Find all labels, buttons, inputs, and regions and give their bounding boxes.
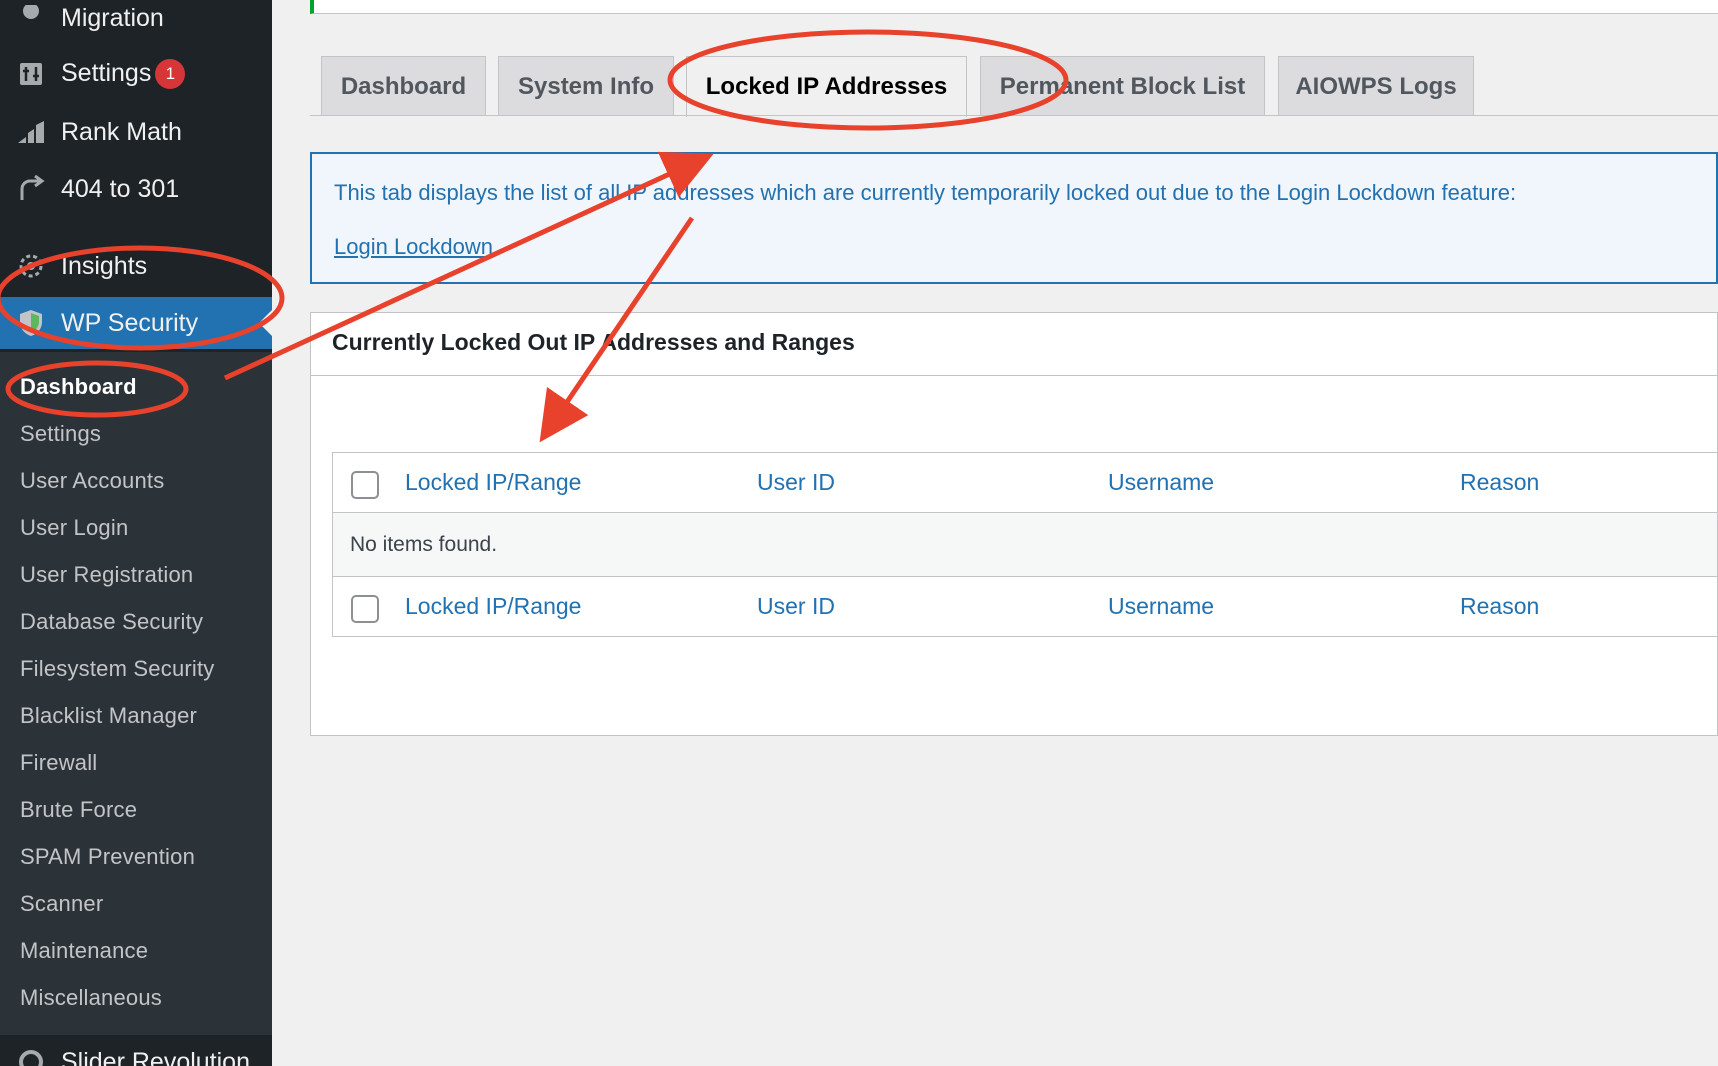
submenu-item-brute-force[interactable]: Brute Force	[20, 797, 137, 823]
column-reason[interactable]: Reason	[1460, 469, 1539, 496]
menu-item-slider-revolution[interactable]: Slider Revolution	[0, 1036, 272, 1066]
table-header-row: Locked IP/Range User ID Username Reason	[333, 453, 1717, 513]
submenu-item-scanner[interactable]: Scanner	[20, 891, 103, 917]
select-all-checkbox-footer[interactable]	[351, 595, 379, 623]
menu-item-settings[interactable]: Settings 1	[0, 48, 272, 100]
empty-message: No items found.	[350, 533, 498, 556]
column-locked-ip-range-footer[interactable]: Locked IP/Range	[405, 593, 581, 620]
column-username[interactable]: Username	[1108, 469, 1214, 496]
submenu-item-user-login[interactable]: User Login	[20, 515, 128, 541]
table-row: No items found.	[333, 513, 1717, 576]
submenu-item-firewall[interactable]: Firewall	[20, 750, 97, 776]
submenu-item-dashboard[interactable]: Dashboard	[20, 374, 137, 400]
postbox-divider	[311, 375, 1717, 376]
submenu-item-blacklist-manager[interactable]: Blacklist Manager	[20, 703, 197, 729]
menu-label: Rank Math	[61, 117, 182, 146]
submenu-item-settings[interactable]: Settings	[20, 421, 101, 447]
locked-ips-table: Locked IP/Range User ID Username Reason …	[332, 452, 1718, 637]
menu-item-insights[interactable]: Insights	[0, 240, 272, 292]
notice-text: This tab displays the list of all IP add…	[334, 180, 1517, 205]
insights-icon	[16, 251, 46, 281]
tab-aiowps-logs[interactable]: AIOWPS Logs	[1278, 56, 1474, 116]
menu-label: 404 to 301	[61, 174, 180, 203]
select-all-checkbox[interactable]	[351, 471, 379, 499]
column-user-id-footer[interactable]: User ID	[757, 593, 835, 620]
menu-label: Insights	[61, 251, 148, 280]
tab-divider	[310, 115, 1718, 116]
migration-icon	[16, 3, 46, 33]
menu-label: Settings 1	[61, 59, 186, 89]
tab-permanent-block-list[interactable]: Permanent Block List	[980, 56, 1265, 116]
menu-item-migration[interactable]: Migration	[0, 0, 272, 44]
table-footer-row: Locked IP/Range User ID Username Reason	[333, 576, 1717, 636]
admin-notice-strip	[310, 0, 1718, 14]
column-locked-ip-range[interactable]: Locked IP/Range	[405, 469, 581, 496]
redirect-icon	[16, 174, 46, 204]
menu-item-wp-security[interactable]: WP Security	[0, 297, 272, 349]
update-count-badge: 1	[155, 59, 186, 89]
submenu-item-database-security[interactable]: Database Security	[20, 609, 203, 635]
menu-item-rank-math[interactable]: Rank Math	[0, 106, 272, 158]
slider-revolution-icon	[16, 1047, 46, 1066]
menu-item-404-to-301[interactable]: 404 to 301	[0, 163, 272, 215]
tab-system-info[interactable]: System Info	[498, 56, 674, 116]
menu-label: WP Security	[61, 308, 199, 337]
menu-label: Migration	[61, 3, 164, 32]
submenu-item-spam-prevention[interactable]: SPAM Prevention	[20, 844, 195, 870]
info-notice: This tab displays the list of all IP add…	[310, 152, 1718, 284]
column-username-footer[interactable]: Username	[1108, 593, 1214, 620]
submenu-item-maintenance[interactable]: Maintenance	[20, 938, 148, 964]
submenu-item-miscellaneous[interactable]: Miscellaneous	[20, 985, 162, 1011]
column-reason-footer[interactable]: Reason	[1460, 593, 1539, 620]
admin-sidebar: Migration Settings 1 Rank Math 404 to 301…	[0, 0, 272, 1066]
menu-label: Slider Revolution	[61, 1047, 250, 1066]
shield-icon	[16, 308, 46, 338]
submenu-item-user-accounts[interactable]: User Accounts	[20, 468, 164, 494]
rank-math-icon	[16, 117, 46, 147]
postbox-title: Currently Locked Out IP Addresses and Ra…	[332, 329, 855, 355]
tab-locked-ip-addresses[interactable]: Locked IP Addresses	[686, 56, 967, 117]
tab-dashboard[interactable]: Dashboard	[321, 56, 486, 116]
login-lockdown-link[interactable]: Login Lockdown	[334, 234, 493, 260]
wp-security-submenu: Dashboard Settings User Accounts User Lo…	[0, 352, 272, 1035]
column-user-id[interactable]: User ID	[757, 469, 835, 496]
settings-icon	[16, 59, 46, 89]
submenu-item-filesystem-security[interactable]: Filesystem Security	[20, 656, 215, 682]
submenu-item-user-registration[interactable]: User Registration	[20, 562, 193, 588]
